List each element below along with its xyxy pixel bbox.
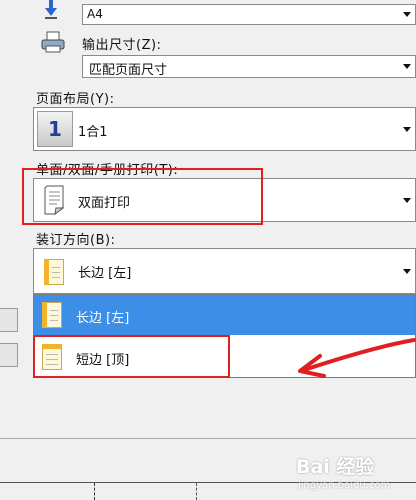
output-size-dropdown-arrow[interactable] [399,56,415,77]
chevron-down-icon [403,126,411,132]
left-edge-button-1[interactable] [0,308,18,332]
output-size-value: 匹配页面尺寸 [89,63,168,78]
page-layout-dropdown-arrow[interactable] [399,108,415,150]
page-layout-value: 1合1 [78,125,108,140]
output-size-label: 输出尺寸(Z): [82,38,162,53]
page-layout-number: 1 [48,117,62,141]
baidu-jingyan-watermark: Bai 经验 jingyan.baidu.com [296,452,414,498]
output-size-select[interactable]: 匹配页面尺寸 [82,55,416,78]
binding-select[interactable]: 长边 [左] [33,248,416,294]
binding-value: 长边 [左] [78,266,132,281]
watermark-subtext: jingyan.baidu.com [298,480,391,491]
chevron-down-icon [403,64,411,69]
panel-divider [0,438,416,439]
binding-option-long-edge[interactable]: 长边 [左] [34,295,415,335]
long-edge-document-icon [44,259,64,285]
red-arrow-annotation [290,336,416,380]
print-mode-dropdown-arrow[interactable] [399,179,415,221]
arrow-down-icon [44,0,58,20]
paper-size-value: A4 [87,7,103,21]
long-edge-document-icon [42,302,62,328]
binding-label: 装订方向(B): [36,233,116,248]
chevron-down-icon [403,197,411,203]
short-edge-highlight-box [33,335,230,378]
page-layout-label: 页面布局(Y): [36,92,115,107]
binding-dropdown-arrow[interactable] [399,249,415,293]
watermark-text: Bai 经验 [296,456,375,478]
table-column-divider [196,483,197,500]
paper-size-select[interactable]: A4 [82,4,416,25]
table-column-divider [94,483,95,500]
chevron-down-icon [403,12,411,17]
chevron-down-icon [403,268,411,274]
page-layout-number-icon: 1 [37,111,73,147]
left-edge-button-2[interactable] [0,343,18,367]
page-layout-select[interactable]: 1 1合1 [33,107,416,151]
printer-icon [40,30,66,54]
paper-size-dropdown-arrow[interactable] [399,5,415,24]
binding-option-label: 长边 [左] [76,311,130,326]
print-mode-highlight-box [22,168,263,225]
